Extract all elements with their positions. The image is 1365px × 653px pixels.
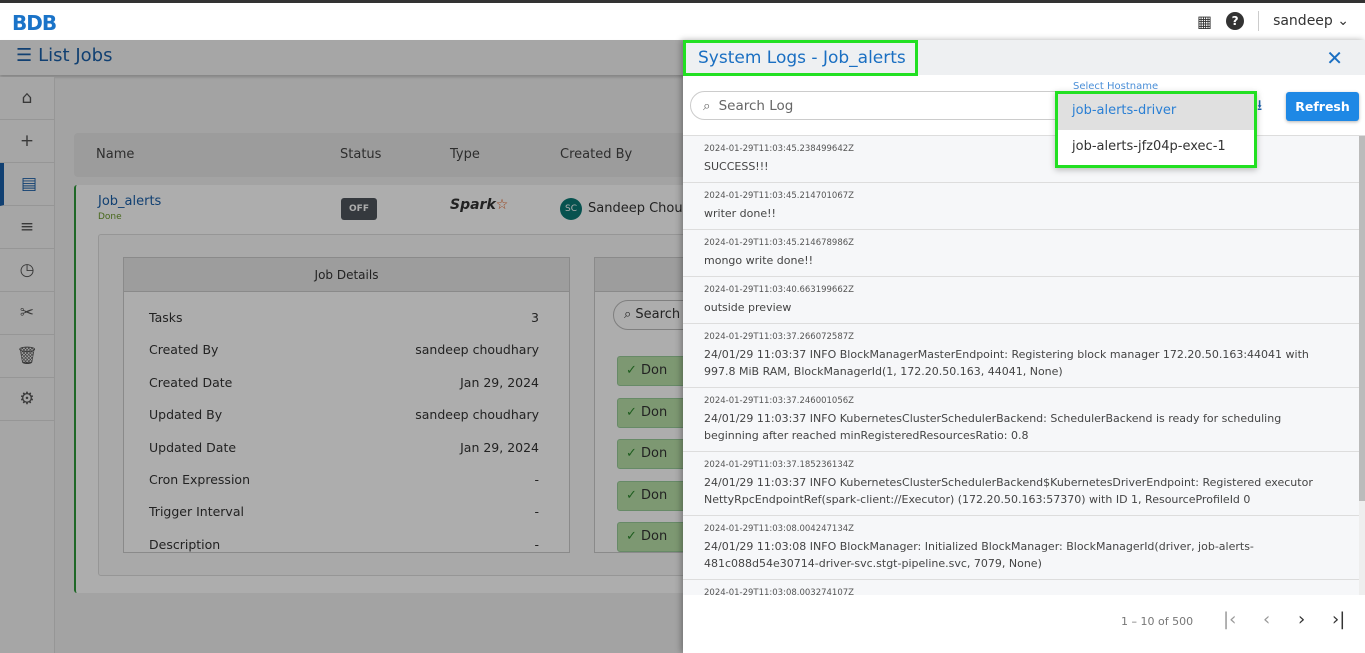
host-option[interactable]: job-alerts-jfz04p-exec-1 — [1058, 130, 1254, 166]
log-timestamp: 2024-01-29T11:03:08.004247134Z — [704, 524, 854, 534]
log-entry: 2024-01-29T11:03:40.663199662Z outside pr… — [683, 277, 1359, 324]
log-scrollbar[interactable] — [1359, 136, 1365, 595]
log-entry: 2024-01-29T11:03:08.003274107Z — [683, 580, 1359, 595]
close-icon[interactable]: ✕ — [1326, 46, 1343, 70]
log-timestamp: 2024-01-29T11:03:40.663199662Z — [704, 285, 854, 295]
apps-grid-icon[interactable]: ▦ — [1197, 12, 1212, 31]
divider — [1258, 11, 1260, 31]
bdb-logo[interactable]: BDB — [12, 11, 57, 35]
user-menu[interactable]: sandeep ⌄ — [1273, 13, 1349, 29]
first-page-icon[interactable]: |‹ — [1223, 609, 1236, 630]
log-message: writer done!! — [704, 207, 776, 220]
top-bar: BDB ▦ ? sandeep ⌄ — [0, 3, 1365, 40]
hostname-dropdown: job-alerts-driver job-alerts-jfz04p-exec… — [1055, 91, 1257, 168]
log-entry: 2024-01-29T11:03:45.214701067Z writer don… — [683, 183, 1359, 230]
log-entry: 2024-01-29T11:03:37.266072587Z 24/01/29 1… — [683, 324, 1359, 388]
download-icon[interactable]: ⭳ — [1257, 95, 1262, 120]
modal-backdrop[interactable] — [0, 40, 683, 653]
log-message: 24/01/29 11:03:37 INFO KubernetesCluster… — [704, 476, 1313, 506]
log-timestamp: 2024-01-29T11:03:45.214701067Z — [704, 191, 854, 201]
log-list: 2024-01-29T11:03:45.238499642Z SUCCESS!!!… — [683, 136, 1359, 595]
log-entry: 2024-01-29T11:03:37.185236134Z 24/01/29 1… — [683, 452, 1359, 516]
user-name: sandeep — [1273, 13, 1333, 29]
page-range: 1 – 10 of 500 — [1121, 615, 1194, 628]
next-page-icon[interactable]: › — [1298, 609, 1305, 630]
log-message: 24/01/29 11:03:37 INFO BlockManagerMaste… — [704, 348, 1309, 378]
log-message: mongo write done!! — [704, 254, 814, 267]
log-entry: 2024-01-29T11:03:08.004247134Z 24/01/29 1… — [683, 516, 1359, 580]
log-timestamp: 2024-01-29T11:03:37.266072587Z — [704, 332, 854, 342]
host-option[interactable]: job-alerts-driver — [1058, 94, 1254, 130]
pagination: 1 – 10 of 500 |‹ ‹ › ›| — [683, 595, 1365, 653]
log-message: outside preview — [704, 301, 792, 314]
log-message: 24/01/29 11:03:37 INFO KubernetesCluster… — [704, 412, 1282, 442]
log-entry: 2024-01-29T11:03:37.246001056Z 24/01/29 1… — [683, 388, 1359, 452]
log-timestamp: 2024-01-29T11:03:37.246001056Z — [704, 396, 854, 406]
search-icon: ⌕ — [703, 97, 711, 114]
search-placeholder: Search Log — [718, 97, 794, 114]
log-timestamp: 2024-01-29T11:03:45.214678986Z — [704, 238, 854, 248]
refresh-button[interactable]: Refresh — [1286, 92, 1359, 121]
drawer-title: System Logs - Job_alerts — [683, 40, 918, 76]
help-icon[interactable]: ? — [1226, 12, 1245, 30]
prev-page-icon[interactable]: ‹ — [1263, 609, 1270, 630]
log-message: 24/01/29 11:03:08 INFO BlockManager: Ini… — [704, 540, 1254, 570]
last-page-icon[interactable]: ›| — [1332, 609, 1345, 630]
log-timestamp: 2024-01-29T11:03:08.003274107Z — [704, 588, 854, 595]
log-entry: 2024-01-29T11:03:45.238499642Z SUCCESS!!! — [683, 136, 1359, 183]
log-timestamp: 2024-01-29T11:03:37.185236134Z — [704, 460, 854, 470]
chevron-down-icon: ⌄ — [1337, 13, 1349, 29]
system-logs-drawer: System Logs - Job_alerts ✕ ⌕ Search Log S… — [683, 40, 1365, 653]
log-entry: 2024-01-29T11:03:45.214678986Z mongo writ… — [683, 230, 1359, 277]
search-log-input[interactable]: ⌕ Search Log — [690, 91, 1070, 120]
